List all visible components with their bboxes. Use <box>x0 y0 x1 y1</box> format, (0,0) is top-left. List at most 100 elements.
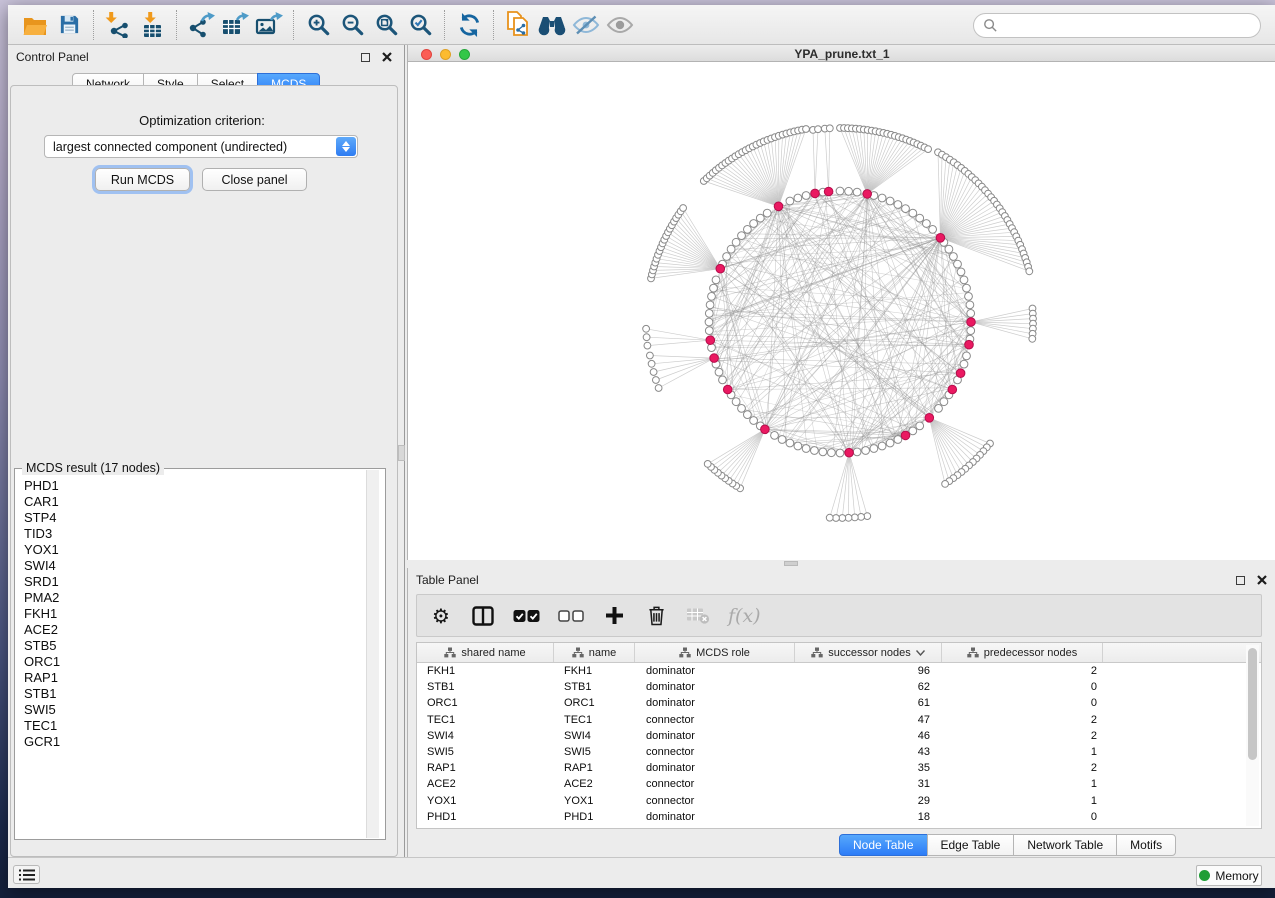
run-mcds-button[interactable]: Run MCDS <box>95 168 190 191</box>
column-header-shared-name[interactable]: shared name <box>417 643 554 662</box>
search-field[interactable] <box>973 13 1261 38</box>
mcds-result-title: MCDS result (17 nodes) <box>22 461 164 475</box>
trash-icon[interactable] <box>644 601 668 631</box>
table-cell: connector <box>635 793 795 809</box>
delete-table-icon[interactable] <box>686 601 710 631</box>
table-row[interactable]: YOX1YOX1connector291 <box>417 793 1261 809</box>
criterion-dropdown[interactable]: largest connected component (undirected) <box>44 135 358 158</box>
zoom-selected-icon[interactable] <box>403 9 437 41</box>
mcds-result-item[interactable]: ORC1 <box>24 654 373 670</box>
table-row[interactable]: PHD1PHD1dominator180 <box>417 809 1261 825</box>
tab-motifs[interactable]: Motifs <box>1116 834 1176 856</box>
close-panel-icon[interactable] <box>382 52 392 62</box>
hide-selected-icon[interactable] <box>569 9 603 41</box>
table-cell: ACE2 <box>417 776 554 792</box>
application-window: Control Panel NetworkStyleSelectMCDS Opt… <box>8 5 1275 888</box>
mcds-result-item[interactable]: RAP1 <box>24 670 373 686</box>
show-all-icon[interactable] <box>603 9 637 41</box>
mcds-result-item[interactable]: CAR1 <box>24 494 373 510</box>
export-network-icon[interactable] <box>184 9 218 41</box>
criterion-value: largest connected component (undirected) <box>53 140 287 154</box>
zoom-out-icon[interactable] <box>335 9 369 41</box>
export-image-icon[interactable] <box>252 9 286 41</box>
export-table-icon[interactable] <box>218 9 252 41</box>
table-row[interactable]: ACE2ACE2connector311 <box>417 776 1261 792</box>
table-cell: 2 <box>942 663 1103 679</box>
mcds-result-item[interactable]: TID3 <box>24 526 373 542</box>
table-cell: 0 <box>942 695 1103 711</box>
table-cell: 0 <box>942 679 1103 695</box>
gear-icon[interactable]: ⚙ <box>429 601 453 631</box>
mcds-result-list[interactable]: PHD1CAR1STP4TID3YOX1SWI4SRD1PMA2FKH1ACE2… <box>15 473 373 833</box>
table-row[interactable]: SWI4SWI4dominator462 <box>417 728 1261 744</box>
table-cell: 2 <box>942 728 1103 744</box>
table-cell: 31 <box>795 776 942 792</box>
table-cell: connector <box>635 776 795 792</box>
mcds-result-item[interactable]: SWI4 <box>24 558 373 574</box>
column-header-MCDS-role[interactable]: MCDS role <box>635 643 795 662</box>
select-all-icon[interactable] <box>513 601 540 631</box>
close-panel-button[interactable]: Close panel <box>202 168 307 191</box>
column-header-predecessor-nodes[interactable]: predecessor nodes <box>942 643 1103 662</box>
memory-label: Memory <box>1215 869 1258 883</box>
zoom-in-icon[interactable] <box>301 9 335 41</box>
network-canvas[interactable] <box>407 62 1275 560</box>
mcds-result-item[interactable]: GCR1 <box>24 734 373 750</box>
mcds-result-item[interactable]: ACE2 <box>24 622 373 638</box>
memory-button[interactable]: Memory <box>1196 865 1262 886</box>
import-network-icon[interactable] <box>101 9 135 41</box>
copy-network-icon[interactable] <box>501 9 535 41</box>
table-cell: connector <box>635 712 795 728</box>
float-panel-icon[interactable] <box>361 53 370 62</box>
table-row[interactable]: RAP1RAP1dominator352 <box>417 760 1261 776</box>
column-header-name[interactable]: name <box>554 643 635 662</box>
mcds-result-item[interactable]: PMA2 <box>24 590 373 606</box>
column-header-successor-nodes[interactable]: successor nodes <box>795 643 942 662</box>
zoom-fit-icon[interactable] <box>369 9 403 41</box>
table-scrollbar[interactable] <box>1246 645 1259 826</box>
import-table-icon[interactable] <box>135 9 169 41</box>
mcds-result-item[interactable]: SWI5 <box>24 702 373 718</box>
tab-node-table[interactable]: Node Table <box>839 834 928 856</box>
mcds-result-item[interactable]: SRD1 <box>24 574 373 590</box>
table-row[interactable]: FKH1FKH1dominator962 <box>417 663 1261 679</box>
search-input[interactable] <box>998 18 1260 34</box>
clear-selection-icon[interactable] <box>558 601 584 631</box>
mcds-result-item[interactable]: FKH1 <box>24 606 373 622</box>
binoculars-icon[interactable] <box>535 9 569 41</box>
split-pane-icon[interactable] <box>471 601 495 631</box>
table-row[interactable]: SWI5SWI5connector431 <box>417 744 1261 760</box>
table-cell: TEC1 <box>417 712 554 728</box>
table-cell: dominator <box>635 663 795 679</box>
open-session-icon[interactable] <box>18 9 52 41</box>
network-window-titlebar[interactable]: YPA_prune.txt_1 <box>407 45 1275 62</box>
mcds-result-item[interactable]: PHD1 <box>24 478 373 494</box>
mcds-result-item[interactable]: STP4 <box>24 510 373 526</box>
mcds-result-item[interactable]: STB1 <box>24 686 373 702</box>
table-cell: 62 <box>795 679 942 695</box>
close-panel-icon[interactable] <box>1257 575 1267 585</box>
table-cell: STB1 <box>554 679 635 695</box>
vertical-splitter-handle[interactable] <box>398 445 405 461</box>
mcds-result-item[interactable]: TEC1 <box>24 718 373 734</box>
refresh-icon[interactable] <box>452 9 486 41</box>
tab-edge-table[interactable]: Edge Table <box>927 834 1015 856</box>
add-icon[interactable] <box>602 601 626 631</box>
horizontal-splitter-handle[interactable] <box>784 561 798 566</box>
table-row[interactable]: TEC1TEC1connector472 <box>417 712 1261 728</box>
task-history-button[interactable] <box>13 865 40 884</box>
save-session-icon[interactable] <box>52 9 86 41</box>
table-row[interactable]: ORC1ORC1dominator610 <box>417 695 1261 711</box>
table-scrollbar-thumb[interactable] <box>1248 648 1257 760</box>
tab-network-table[interactable]: Network Table <box>1013 834 1117 856</box>
table-row[interactable]: STB1STB1dominator620 <box>417 679 1261 695</box>
table-cell: 1 <box>942 793 1103 809</box>
control-panel-header: Control Panel <box>8 45 400 69</box>
node-table-header: shared namenameMCDS rolesuccessor nodesp… <box>417 643 1261 663</box>
table-cell: 61 <box>795 695 942 711</box>
mcds-result-scrollbar[interactable] <box>366 470 379 838</box>
table-cell: ORC1 <box>417 695 554 711</box>
float-panel-icon[interactable] <box>1236 576 1245 585</box>
mcds-result-item[interactable]: YOX1 <box>24 542 373 558</box>
mcds-result-item[interactable]: STB5 <box>24 638 373 654</box>
